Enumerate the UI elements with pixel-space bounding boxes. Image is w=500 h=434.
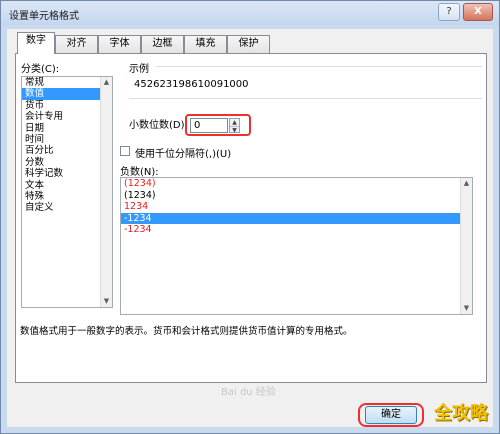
list-item[interactable]: 数值: [22, 88, 112, 100]
tab-border[interactable]: 边框: [141, 35, 184, 53]
format-cells-dialog: 设置单元格格式 ? X 数字 对齐 字体 边框 填充 保护 分类(C): 常规 …: [0, 0, 500, 434]
format-description: 数值格式用于一般数字的表示。货币和会计格式则提供货币值计算的专用格式。: [20, 326, 353, 337]
scroll-down-icon[interactable]: ▼: [461, 303, 472, 314]
negative-scrollbar[interactable]: ▲ ▼: [460, 178, 472, 314]
list-item[interactable]: 分数: [22, 157, 112, 168]
list-item[interactable]: 会计专用: [22, 111, 112, 122]
tab-protection[interactable]: 保护: [227, 35, 270, 53]
sample-group-bottom: [129, 98, 482, 99]
scroll-up-icon[interactable]: ▲: [461, 178, 472, 189]
ok-highlight-box: 确定: [358, 403, 424, 427]
tab-font[interactable]: 字体: [98, 35, 141, 53]
list-item[interactable]: 文本: [22, 180, 112, 191]
tab-alignment[interactable]: 对齐: [55, 35, 98, 53]
negative-numbers-list[interactable]: (1234) (1234) 1234 -1234 -1234 ▲ ▼: [120, 177, 473, 315]
list-item[interactable]: 特殊: [22, 191, 112, 202]
category-label: 分类(C):: [21, 64, 60, 75]
list-item[interactable]: 1234: [121, 201, 472, 213]
list-item[interactable]: 科学记数: [22, 168, 112, 179]
site-watermark: 全攻略: [434, 403, 488, 424]
spin-up-icon[interactable]: ▲: [230, 119, 239, 126]
sample-value: 452623198610091000: [134, 79, 249, 90]
list-item[interactable]: (1234): [121, 178, 472, 190]
tab-fill[interactable]: 填充: [184, 35, 227, 53]
tab-number[interactable]: 数字: [17, 32, 55, 54]
window-title: 设置单元格格式: [9, 11, 79, 22]
decimal-places-input[interactable]: [190, 118, 228, 133]
sample-label: 示例: [129, 64, 149, 75]
list-item[interactable]: 货币: [22, 100, 112, 111]
list-item[interactable]: 时间: [22, 134, 112, 145]
spin-down-icon[interactable]: ▼: [230, 126, 239, 134]
list-item[interactable]: 常规: [22, 77, 112, 88]
decimal-highlight-box: ▲ ▼: [185, 114, 251, 136]
decimal-spinner[interactable]: ▲ ▼: [229, 118, 240, 134]
scroll-up-icon[interactable]: ▲: [101, 77, 112, 88]
list-item[interactable]: (1234): [121, 190, 472, 202]
title-bar: 设置单元格格式 ? X: [1, 1, 499, 25]
negative-numbers-label: 负数(N):: [120, 167, 159, 178]
thousands-separator-label: 使用千位分隔符(,)(U): [135, 149, 232, 160]
category-list[interactable]: 常规 数值 货币 会计专用 日期 时间 百分比 分数 科学记数 文本 特殊 自定…: [21, 76, 113, 308]
list-item[interactable]: -1234: [121, 212, 472, 225]
list-item[interactable]: 日期: [22, 123, 112, 134]
help-button[interactable]: ?: [438, 3, 460, 21]
close-button[interactable]: X: [463, 3, 493, 21]
list-item[interactable]: 自定义: [22, 202, 112, 213]
sample-group-divider: [156, 66, 482, 67]
list-item[interactable]: 百分比: [22, 145, 112, 156]
list-item[interactable]: -1234: [121, 224, 472, 236]
baidu-watermark: Bai du 经验: [221, 387, 276, 398]
scroll-down-icon[interactable]: ▼: [101, 296, 112, 307]
thousands-separator-checkbox[interactable]: [120, 146, 130, 156]
category-scrollbar[interactable]: ▲ ▼: [100, 77, 112, 307]
decimal-places-label: 小数位数(D):: [129, 120, 188, 131]
ok-button[interactable]: 确定: [365, 406, 417, 424]
dialog-body: 数字 对齐 字体 边框 填充 保护 分类(C): 常规 数值 货币 会计专用 日…: [7, 29, 493, 427]
